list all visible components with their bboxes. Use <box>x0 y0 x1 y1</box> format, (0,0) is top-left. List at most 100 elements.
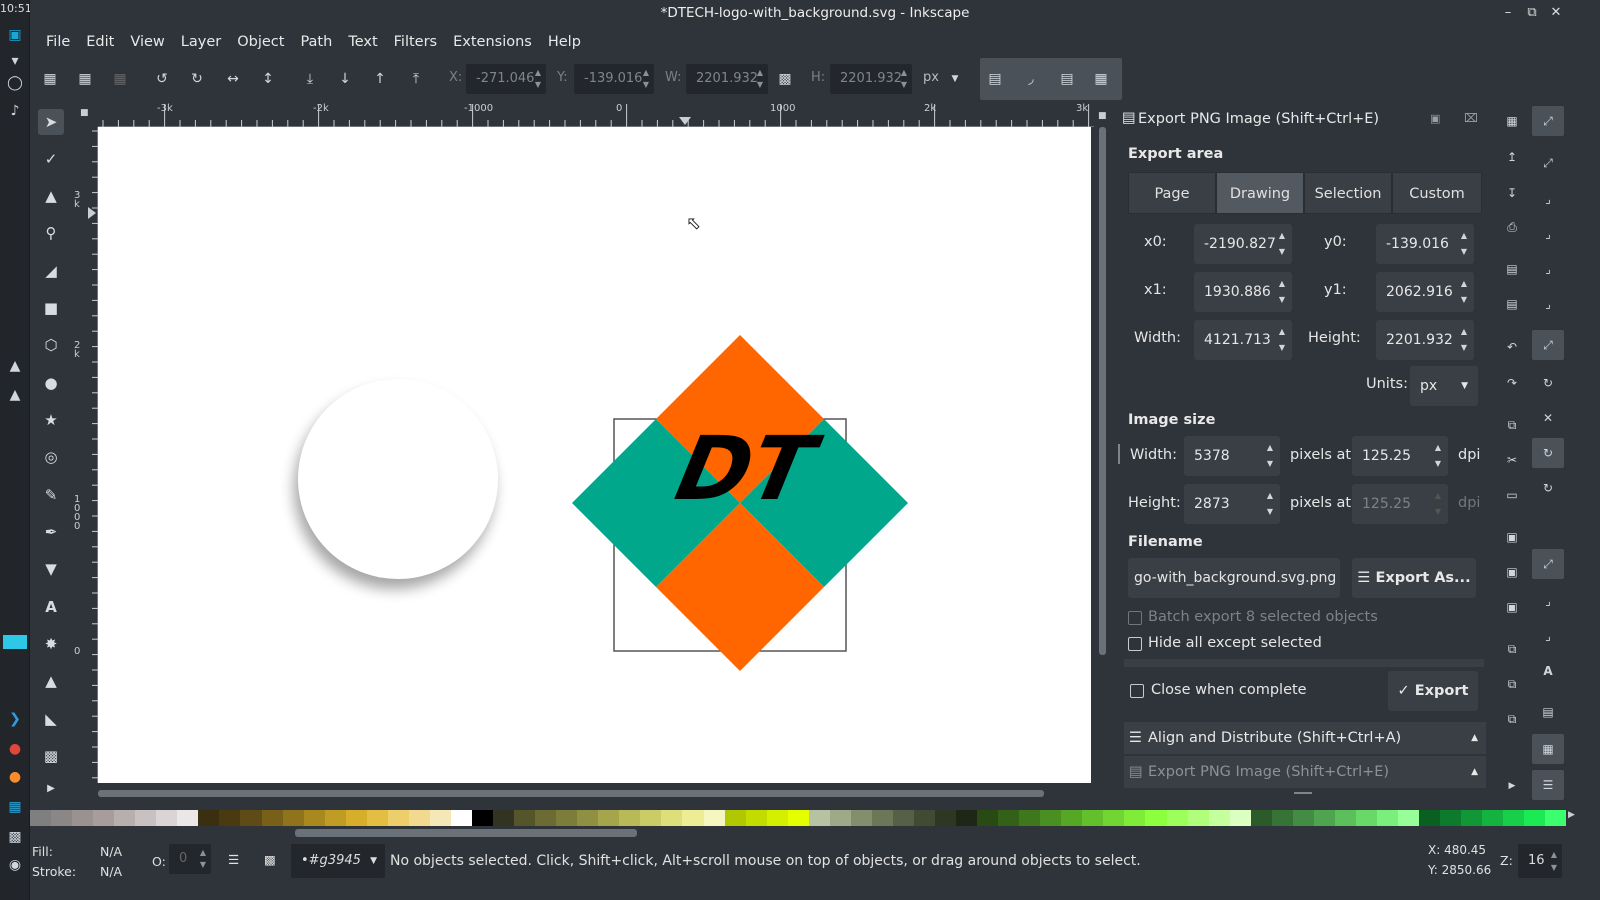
palette-swatch[interactable] <box>1440 810 1462 826</box>
unlink-clone-icon[interactable]: ⧉ <box>1501 708 1523 730</box>
unit-dropdown-icon[interactable]: ▼ <box>944 68 966 90</box>
palette-swatch[interactable] <box>493 810 515 826</box>
palette-swatch[interactable] <box>998 810 1020 826</box>
palette-swatch[interactable] <box>829 810 851 826</box>
snap-page-border-icon[interactable]: ▤ <box>1532 697 1564 727</box>
zoom-selection-icon[interactable]: ▣ <box>1501 526 1523 548</box>
x0-input[interactable]: -2190.827 ▲ ▼ <box>1194 224 1292 264</box>
white-circle[interactable] <box>298 379 498 579</box>
terminal-icon[interactable]: ▩ <box>4 826 26 848</box>
palette-swatch[interactable] <box>1145 810 1167 826</box>
close-icon[interactable]: ✕ <box>1544 0 1568 26</box>
pencil-tool-icon[interactable]: ✎ <box>38 482 64 508</box>
move-gradients-icon[interactable]: ▤ <box>1056 68 1078 90</box>
palette-swatch[interactable] <box>619 810 641 826</box>
palette-swatch[interactable] <box>1040 810 1062 826</box>
menu-file[interactable]: File <box>38 28 78 56</box>
undo-icon[interactable]: ↶ <box>1501 336 1523 358</box>
eraser-tool-icon[interactable]: ▲ <box>38 668 64 694</box>
img-height-input[interactable]: 2873 ▲ ▼ <box>1184 484 1280 524</box>
collapse-icon[interactable]: ▲ <box>1471 756 1478 788</box>
snap-smooth-nodes-icon[interactable]: ↻ <box>1532 473 1564 503</box>
firefox-icon[interactable]: ● <box>4 766 26 788</box>
pen-tool-icon[interactable]: ✒ <box>38 519 64 545</box>
palette-swatch[interactable] <box>1124 810 1146 826</box>
palette-swatch[interactable] <box>51 810 73 826</box>
palette-swatch[interactable] <box>261 810 283 826</box>
dpi-x-input[interactable]: 125.25 ▲ ▼ <box>1352 436 1448 476</box>
dtech-logo[interactable]: DT <box>572 335 908 671</box>
snap-bbox-corners-icon[interactable]: ⌟ <box>1532 219 1564 249</box>
lower-icon[interactable]: ↓ <box>334 68 356 90</box>
palette-swatch[interactable] <box>871 810 893 826</box>
measure-tool-icon[interactable]: ◢ <box>38 258 64 284</box>
palette-swatch[interactable] <box>808 810 830 826</box>
palette-swatch[interactable] <box>408 810 430 826</box>
palette-swatch[interactable] <box>1355 810 1377 826</box>
palette-swatch[interactable] <box>913 810 936 826</box>
menu-layer[interactable]: Layer <box>173 28 229 56</box>
fill-value[interactable]: N/A <box>100 844 122 859</box>
palette-swatch[interactable] <box>1545 810 1567 826</box>
print-icon[interactable]: ⎙ <box>1501 216 1523 238</box>
palette-swatch[interactable] <box>1524 810 1546 826</box>
export-cmd-icon[interactable]: ▤ <box>1501 293 1523 315</box>
menu-object[interactable]: Object <box>229 28 292 56</box>
palette-swatch[interactable] <box>303 810 325 826</box>
files-icon[interactable]: ▦ <box>4 796 26 818</box>
palette-swatch[interactable] <box>1482 810 1504 826</box>
more-tools-icon[interactable]: ▶ <box>38 775 64 801</box>
gradient-tool-icon[interactable]: ▩ <box>38 743 64 769</box>
palette-swatch[interactable] <box>1061 810 1083 826</box>
inkscape-active-icon[interactable]: ▲ <box>4 384 26 406</box>
palette-swatch[interactable] <box>1503 810 1525 826</box>
palette-swatch[interactable] <box>135 810 157 826</box>
palette-swatch[interactable] <box>198 810 220 826</box>
y0-input[interactable]: -139.016 ▲ ▼ <box>1376 224 1474 264</box>
chrome-icon[interactable]: ● <box>4 738 26 760</box>
snap-bbox-centers-icon[interactable]: ⌟ <box>1532 289 1564 319</box>
tab-selection[interactable]: Selection <box>1304 172 1392 214</box>
lock-icon[interactable]: ▩ <box>774 68 796 90</box>
palette-swatch[interactable] <box>850 810 872 826</box>
palette-swatch[interactable] <box>450 810 472 826</box>
move-patterns-icon[interactable]: ▦ <box>1090 68 1112 90</box>
paste-icon[interactable]: ▭ <box>1501 484 1523 506</box>
lightbulb-icon[interactable]: ◯ <box>4 72 26 94</box>
panel-resize-handle[interactable] <box>1294 792 1312 794</box>
text-tool-icon[interactable]: A <box>38 594 64 620</box>
star-tool-icon[interactable]: ★ <box>38 407 64 433</box>
palette-swatch[interactable] <box>577 810 599 826</box>
palette-swatch[interactable] <box>766 810 788 826</box>
zoom-drawing-icon[interactable]: ▣ <box>1501 561 1523 583</box>
snap-intersections-icon[interactable]: ✕ <box>1532 403 1564 433</box>
node-tool-icon[interactable]: ✓ <box>38 146 64 172</box>
menu-filters[interactable]: Filters <box>386 28 445 56</box>
snap-rotation-icon[interactable]: ⌟ <box>1532 621 1564 651</box>
clone-icon[interactable]: ⧉ <box>1501 673 1523 695</box>
snap-text-baseline-icon[interactable]: A <box>1532 656 1564 686</box>
wifi-icon[interactable]: ▾ <box>4 50 26 72</box>
palette-swatch[interactable] <box>387 810 409 826</box>
spiral-tool-icon[interactable]: ◎ <box>38 444 64 470</box>
vscode-icon[interactable]: ❯ <box>4 708 26 730</box>
h-input[interactable]: 2201.932 ▲ ▼ <box>830 64 912 94</box>
img-width-input[interactable]: 5378 ▲ ▼ <box>1184 436 1280 476</box>
palette-swatch[interactable] <box>703 810 725 826</box>
vertical-scrollbar[interactable]: ■ <box>1096 111 1108 787</box>
units-select[interactable]: px ▼ <box>1410 366 1478 406</box>
unit-select[interactable]: px <box>923 70 939 85</box>
maximize-icon[interactable]: ⧉ <box>1520 0 1544 26</box>
palette-swatch[interactable] <box>745 810 767 826</box>
snap-nodes-icon[interactable]: ⤢ <box>1532 330 1564 360</box>
scale-stroke-icon[interactable]: ▤ <box>984 68 1006 90</box>
chat-icon[interactable]: ▣ <box>4 24 26 46</box>
color-palette[interactable] <box>30 810 1567 826</box>
palette-swatch[interactable] <box>514 810 536 826</box>
layer-lock-icon[interactable]: ▩ <box>264 852 276 867</box>
menu-edit[interactable]: Edit <box>78 28 122 56</box>
palette-swatch[interactable] <box>787 810 809 826</box>
menu-view[interactable]: View <box>122 28 172 56</box>
select-all-icon[interactable]: ▦ <box>39 68 61 90</box>
align-distribute-dock[interactable]: ☰ Align and Distribute (Shift+Ctrl+A) ▲ <box>1124 722 1486 754</box>
